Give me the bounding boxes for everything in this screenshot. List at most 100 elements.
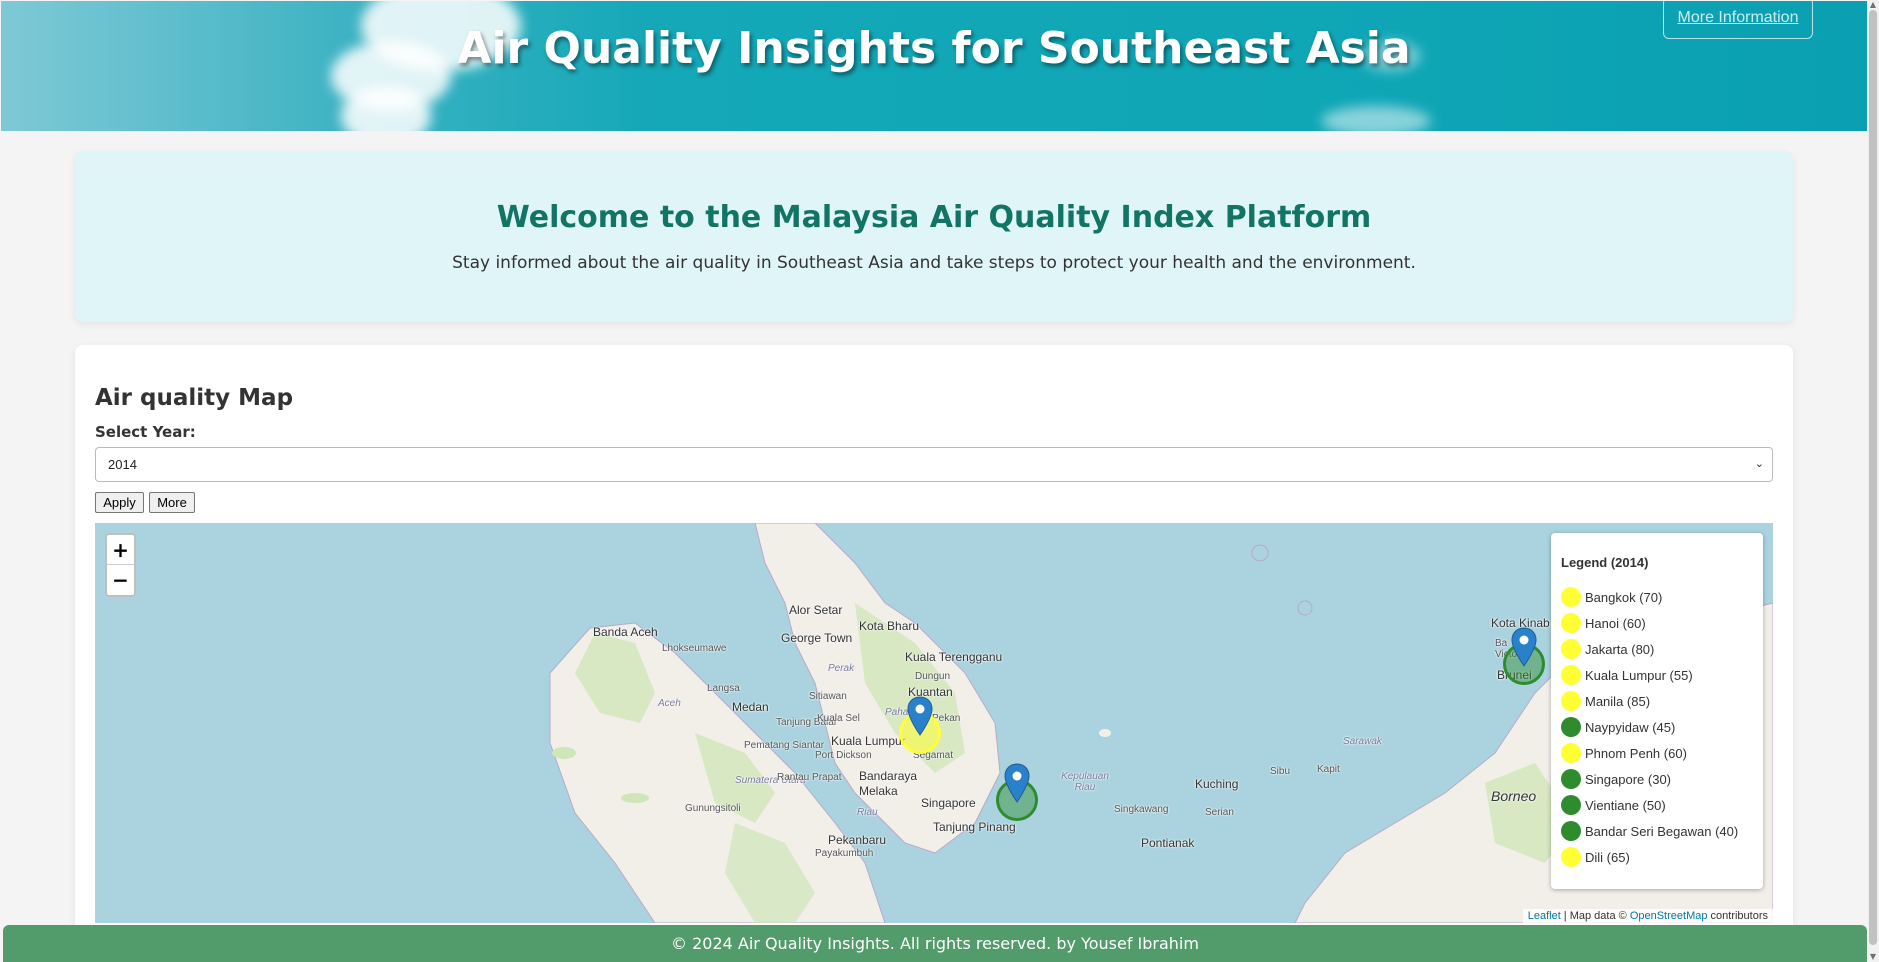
more-button[interactable]: More (149, 492, 195, 513)
map-label: Pekanbaru (828, 833, 887, 847)
legend-item: Hanoi (60) (1561, 610, 1753, 636)
map-label: Kepulauan Riau (1061, 771, 1109, 793)
map-label: Port Dickson (815, 750, 872, 761)
map-section-title: Air quality Map (95, 385, 294, 411)
map-label: Lhokseumawe (662, 643, 727, 654)
map-pin-icon[interactable] (1004, 763, 1030, 803)
map-pin-icon[interactable] (1511, 627, 1537, 667)
legend-item: Kuala Lumpur (55) (1561, 662, 1753, 688)
map-label: Rantau Prapat (777, 772, 842, 783)
legend-item-label: Kuala Lumpur (55) (1585, 667, 1693, 683)
scroll-down-icon[interactable]: ▼ (1869, 953, 1877, 961)
legend-item: Naypyidaw (45) (1561, 714, 1753, 740)
map-label: Ba (1495, 638, 1508, 649)
map-label: Borneo (1491, 788, 1537, 804)
map-label: Medan (732, 700, 769, 714)
legend-item: Manila (85) (1561, 688, 1753, 714)
map-label: Sitiawan (809, 691, 847, 702)
legend-color-dot (1561, 847, 1581, 867)
legend-color-dot (1561, 821, 1581, 841)
legend-item: Jakarta (80) (1561, 636, 1753, 662)
attribution-suffix: contributors (1707, 910, 1768, 922)
legend-item-label: Manila (85) (1585, 693, 1651, 709)
leaflet-link[interactable]: Leaflet (1528, 910, 1561, 922)
attribution-text: | Map data © (1560, 910, 1630, 922)
map-card: Air quality Map Select Year: 2014 ⌄ Appl… (75, 345, 1793, 962)
page-scrollbar[interactable]: ▲ ▼ (1867, 0, 1879, 962)
site-footer: © 2024 Air Quality Insights. All rights … (3, 925, 1867, 962)
map-label: Sarawak (1343, 736, 1382, 747)
legend-color-dot (1561, 691, 1581, 711)
legend-item: Bangkok (70) (1561, 584, 1753, 610)
map-label: Pematang Siantar (744, 740, 825, 751)
zoom-out-button[interactable]: − (107, 565, 134, 595)
map-label: Pontianak (1141, 836, 1195, 850)
legend-list: Bangkok (70) Hanoi (60) Jakarta (80) Kuala … (1561, 584, 1753, 870)
air-quality-map[interactable]: Banda Aceh Lhokseumawe Langsa Aceh Medan… (95, 523, 1773, 923)
legend-item-label: Hanoi (60) (1585, 615, 1646, 631)
legend-item-label: Jakarta (80) (1585, 641, 1655, 657)
welcome-title: Welcome to the Malaysia Air Quality Inde… (496, 200, 1372, 235)
site-header: Air Quality Insights for Southeast Asia … (1, 1, 1867, 131)
legend-color-dot (1561, 743, 1581, 763)
legend-item-label: Naypyidaw (45) (1585, 719, 1676, 735)
more-information-link[interactable]: More Information (1663, 1, 1813, 39)
map-label: Aceh (658, 698, 681, 709)
map-label: Payakumbuh (815, 848, 874, 859)
cloud-decoration (1321, 106, 1431, 131)
legend-color-dot (1561, 665, 1581, 685)
legend-item-label: Phnom Penh (60) (1585, 745, 1687, 761)
map-label: Kota Bharu (859, 619, 920, 633)
legend-item: Phnom Penh (60) (1561, 740, 1753, 766)
legend-item-label: Bandar Seri Begawan (40) (1585, 823, 1739, 839)
map-label: Tanjung Pinang (933, 820, 1016, 834)
map-label: Bandaraya Melaka (859, 769, 918, 798)
map-label: Langsa (707, 683, 740, 694)
map-label: Perak (828, 663, 855, 674)
legend-color-dot (1561, 613, 1581, 633)
year-select-value: 2014 (108, 457, 137, 472)
map-label: Gunungsitoli (685, 803, 741, 814)
legend-color-dot (1561, 795, 1581, 815)
legend-item-label: Dili (65) (1585, 849, 1630, 865)
legend-item-label: Vientiane (50) (1585, 797, 1666, 813)
map-label: Kuala Terengganu (905, 650, 1003, 664)
scroll-up-icon[interactable]: ▲ (1869, 1, 1877, 9)
map-label: Alor Setar (789, 603, 843, 617)
apply-button[interactable]: Apply (95, 492, 144, 513)
site-title: Air Quality Insights for Southeast Asia (457, 23, 1411, 74)
legend-item-label: Bangkok (70) (1585, 589, 1663, 605)
legend-item: Vientiane (50) (1561, 792, 1753, 818)
map-pin-icon[interactable] (907, 696, 933, 736)
map-label: Kuala Sel (817, 713, 860, 724)
legend-item: Singapore (30) (1561, 766, 1753, 792)
map-label: Singkawang (1114, 804, 1169, 815)
legend-title: Legend (2014) (1561, 555, 1649, 570)
year-select-label: Select Year: (95, 423, 196, 441)
legend-color-dot (1561, 639, 1581, 659)
map-label: Serian (1205, 807, 1234, 818)
legend-color-dot (1561, 769, 1581, 789)
map-label: Sibu (1270, 766, 1291, 777)
legend-color-dot (1561, 717, 1581, 737)
chevron-down-icon: ⌄ (1754, 458, 1764, 470)
map-legend: Legend (2014) Bangkok (70) Hanoi (60) Jaka… (1551, 533, 1763, 889)
map-attribution: Leaflet | Map data © OpenStreetMap contr… (1522, 909, 1773, 923)
zoom-control: + − (105, 533, 136, 597)
year-select[interactable]: 2014 ⌄ (95, 447, 1773, 482)
legend-item-label: Singapore (30) (1585, 771, 1671, 787)
openstreetmap-link[interactable]: OpenStreetMap (1630, 910, 1708, 922)
scrollbar-thumb[interactable] (1869, 10, 1877, 945)
legend-item: Dili (65) (1561, 844, 1753, 870)
map-label: George Town (781, 631, 853, 645)
legend-color-dot (1561, 587, 1581, 607)
welcome-subtitle: Stay informed about the air quality in S… (452, 253, 1416, 273)
map-label: Riau (857, 807, 878, 818)
map-label: Singapore (921, 796, 976, 810)
map-label: Kapit (1317, 764, 1340, 775)
map-label: Banda Aceh (593, 625, 658, 639)
legend-item: Bandar Seri Begawan (40) (1561, 818, 1753, 844)
map-label: Dungun (915, 671, 951, 682)
map-label: Kuala Lumpur (831, 734, 906, 748)
zoom-in-button[interactable]: + (107, 535, 134, 565)
